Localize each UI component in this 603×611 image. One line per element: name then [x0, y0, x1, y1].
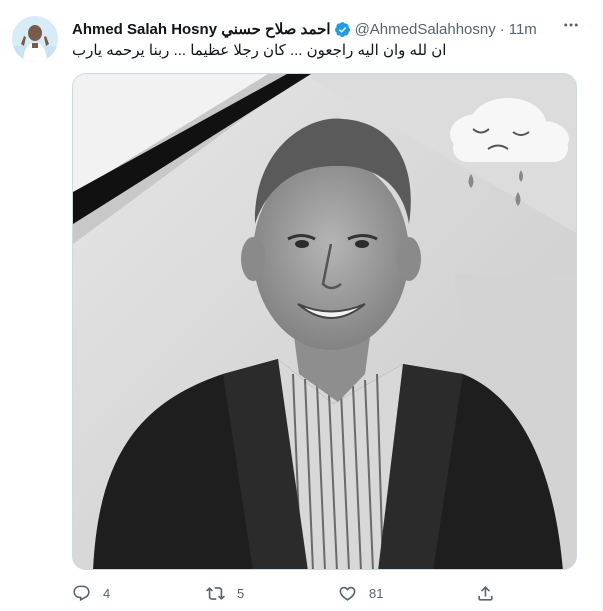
share-button[interactable] [476, 582, 507, 604]
verified-badge-icon [334, 21, 351, 38]
avatar-image [12, 16, 58, 62]
retweet-icon [206, 586, 225, 600]
more-horizontal-icon[interactable] [560, 16, 582, 38]
tweet-text: ان لله وان اليه راجعون ... كان رجلا عظيم… [72, 42, 447, 59]
display-name[interactable]: Ahmed Salah Hosny احمد صلاح حسني [72, 20, 331, 38]
reply-count: 4 [103, 585, 111, 601]
memorial-photo-image [73, 74, 576, 569]
tweet-timestamp[interactable]: 11m [509, 21, 537, 38]
tweet-photo[interactable] [72, 73, 577, 570]
retweet-button[interactable]: 5 [206, 582, 244, 604]
tweet-card[interactable]: Ahmed Salah Hosny احمد صلاح حسني @AhmedS… [0, 0, 603, 611]
tweet-header: Ahmed Salah Hosny احمد صلاح حسني @AhmedS… [72, 18, 537, 40]
reply-icon [73, 585, 90, 601]
like-count: 81 [369, 585, 384, 601]
tweet-actions: 4 5 81 [72, 582, 502, 604]
reply-button[interactable]: 4 [72, 582, 110, 604]
meta-separator: · [499, 20, 505, 38]
retweet-count: 5 [237, 585, 245, 601]
like-button[interactable]: 81 [338, 582, 383, 604]
user-handle[interactable]: @AhmedSalahhosny [355, 21, 496, 38]
heart-icon [339, 586, 356, 601]
share-icon [478, 585, 493, 601]
avatar[interactable] [12, 16, 58, 62]
